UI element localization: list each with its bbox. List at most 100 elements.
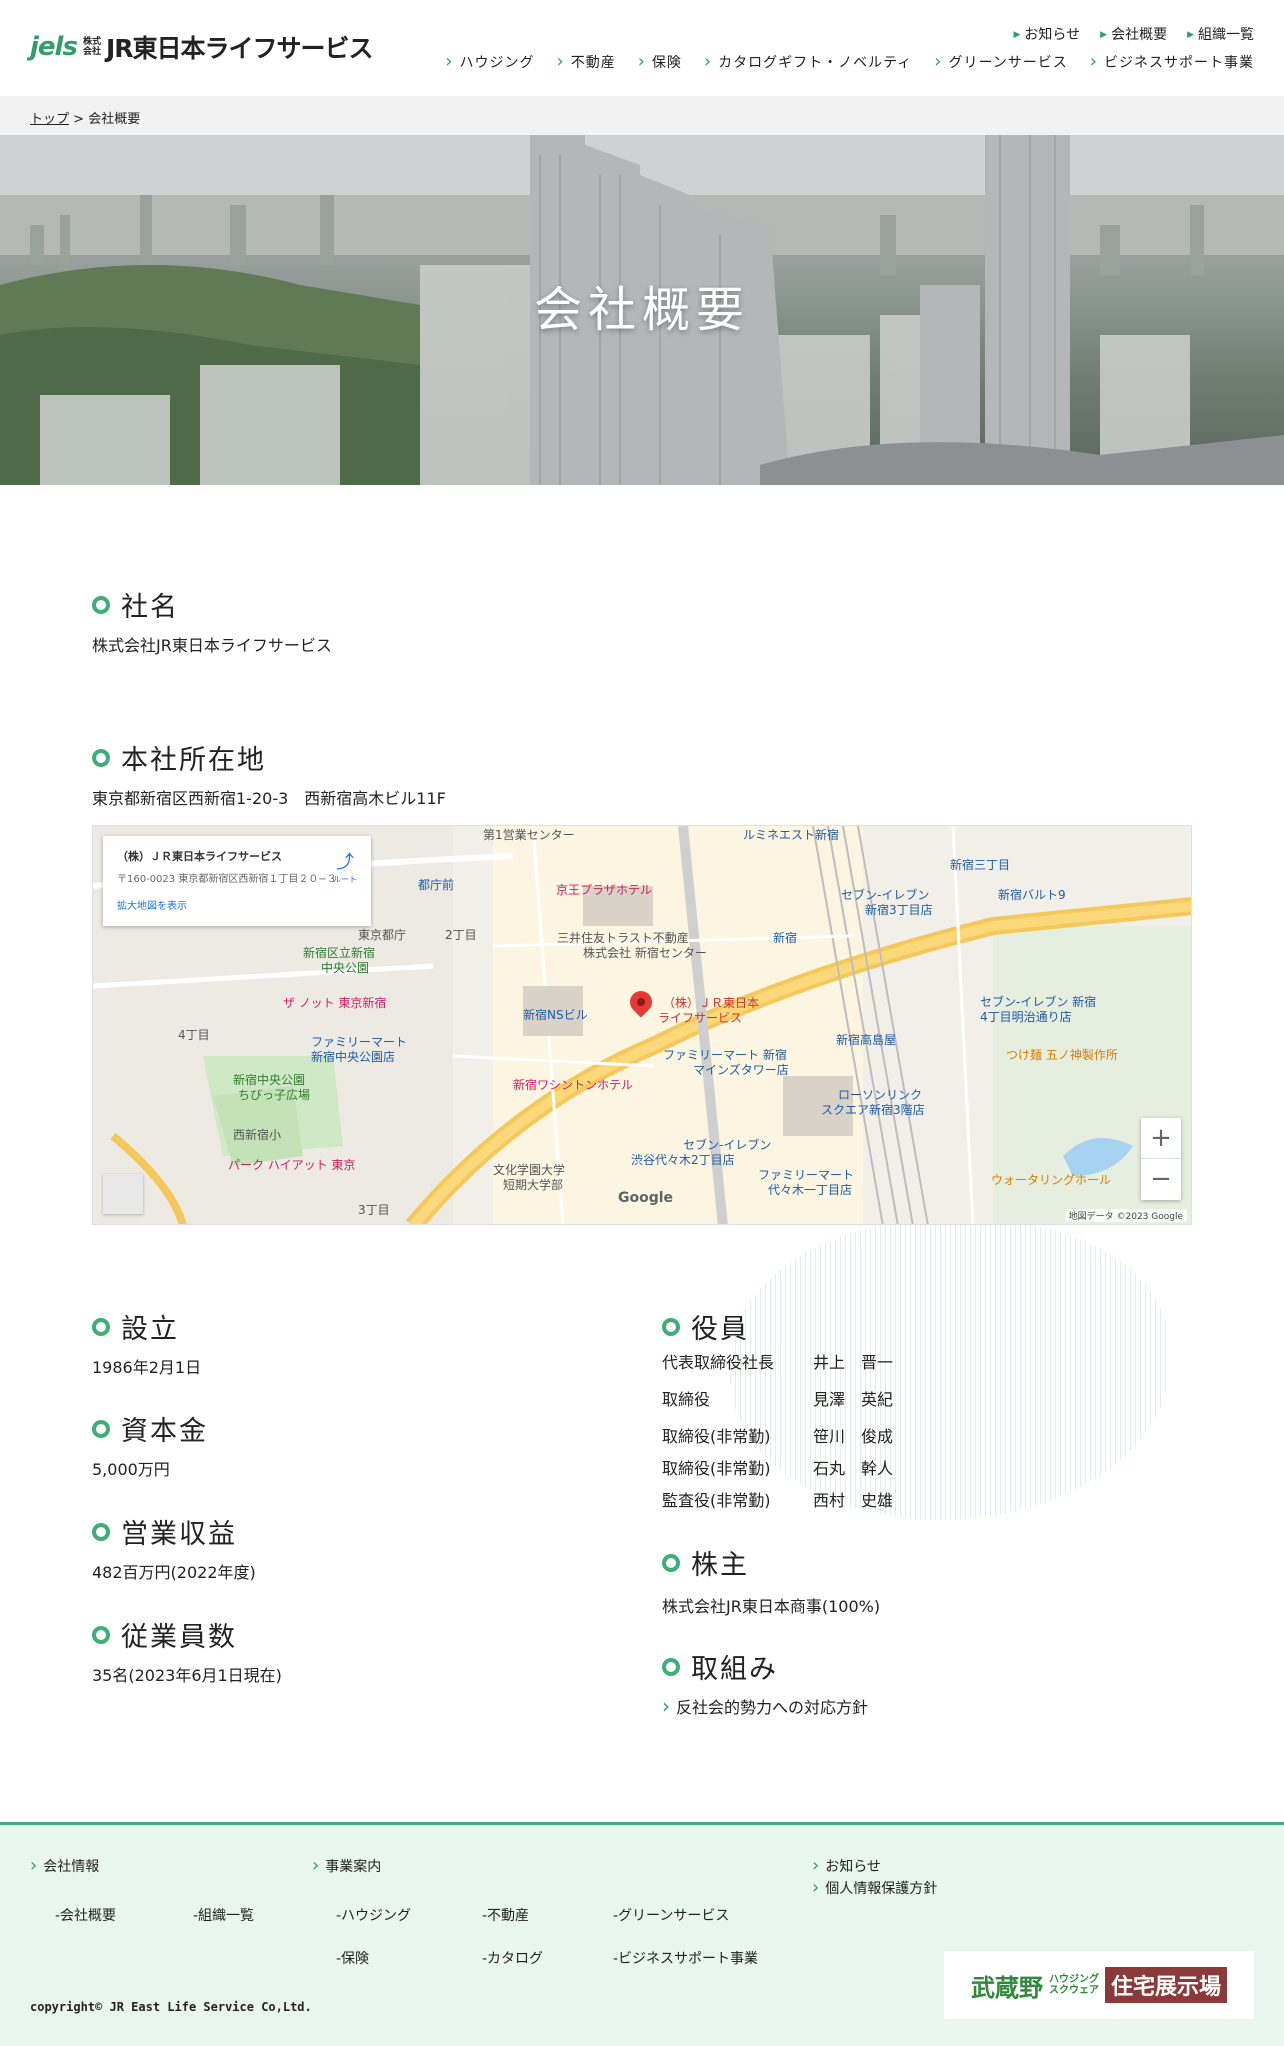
page-title: 会社概要 (533, 282, 750, 338)
map-directions-button[interactable]: ⤴ ルート (333, 848, 357, 885)
google-logo: Google (618, 1190, 674, 1206)
officer-row: 監査役(非常勤) 西村 史雄 (662, 1487, 893, 1519)
breadcrumb-current: 会社概要 (88, 112, 141, 127)
nav-green-service[interactable]: グリーンサービス (934, 51, 1068, 72)
officers-list: 代表取締役社長 井上 晋一 取締役 見澤 英紀 取締役(非常勤) 笹川 俊成 取… (662, 1349, 893, 1519)
map-label-washington: 新宿ワシントンホテル (513, 1078, 634, 1092)
officer-role: 取締役(非常勤) (662, 1427, 771, 1446)
officer-role: 代表取締役社長 (662, 1353, 775, 1372)
logo-kk: 株式 会社 (83, 37, 101, 57)
google-map[interactable]: 京王プラザホテル 三井住友トラスト不動産 株式会社 新宿センター 都庁前 東京都… (92, 825, 1192, 1225)
section-title-shareholder: 株主 (662, 1543, 749, 1582)
nav-business-support[interactable]: ビジネスサポート事業 (1090, 51, 1254, 72)
employees-value: 35名(2023年6月1日現在) (92, 1666, 282, 1685)
footer-link-real-estate[interactable]: -不動産 (482, 1905, 529, 1925)
map-street-view-button[interactable] (103, 1174, 143, 1214)
map-label-tochosha: 東京都庁 (358, 928, 407, 942)
site-footer: 会社情報 -会社概要 -組織一覧 事業案内 -ハウジング -不動産 -グリーンサ… (0, 1822, 1284, 2046)
footer-link-housing[interactable]: -ハウジング (336, 1905, 411, 1925)
nav-catalog-gift[interactable]: カタログギフト・ノベルティ (704, 51, 912, 72)
footer-business-link[interactable]: 事業案内 (312, 1855, 381, 1876)
officer-name: 見澤 英紀 (813, 1390, 894, 1409)
map-pin-label-2: ライフサービス (658, 1011, 743, 1025)
bullet-ring-icon (662, 1317, 680, 1336)
bullet-ring-icon (92, 1317, 110, 1336)
banner-sub1: ハウジング (1048, 1974, 1099, 1985)
top-links: お知らせ 会社概要 組織一覧 (1014, 24, 1254, 44)
nav-insurance[interactable]: 保険 (638, 51, 682, 72)
map-label-ns: 新宿NSビル (523, 1008, 588, 1022)
nav-housing[interactable]: ハウジング (445, 51, 534, 72)
logo-mark: jels (30, 32, 78, 62)
footer-link-catalog[interactable]: -カタログ (482, 1948, 543, 1968)
officer-row: 取締役 見澤 英紀 (662, 1386, 893, 1423)
directions-icon: ⤴ (336, 852, 354, 873)
section-title-founded: 設立 (92, 1307, 179, 1346)
map-info-card: （株）ＪＲ東日本ライフサービス 〒160-0023 東京都新宿区西新宿１丁目２０… (103, 836, 371, 926)
bullet-ring-icon (662, 1657, 680, 1676)
map-zoom-in-button[interactable]: + (1141, 1118, 1181, 1159)
map-label-seven1b: 渋谷代々木2丁目店 (631, 1153, 735, 1167)
map-zoom-control: + − (1141, 1118, 1181, 1200)
shareholder-value: 株式会社JR東日本商事(100%) (662, 1597, 881, 1616)
map-view-larger-link[interactable]: 拡大地図を表示 (117, 897, 357, 912)
top-link-news[interactable]: お知らせ (1014, 24, 1080, 44)
section-title-address: 本社所在地 (92, 738, 266, 777)
map-label-tsukemen: つけ麺 五ノ神製作所 (1006, 1048, 1118, 1062)
map-label-seven3b: 4丁目明治通り店 (980, 1010, 1072, 1024)
map-label-seven2b: 新宿3丁目店 (865, 903, 933, 917)
map-label-dai1: 第1営業センター (483, 828, 575, 842)
map-label-sanchome: 新宿三丁目 (950, 858, 1011, 872)
footer-link-company-profile[interactable]: -会社概要 (55, 1905, 116, 1925)
company-name-value: 株式会社JR東日本ライフサービス (92, 636, 332, 655)
banner-tag: 住宅展示場 (1104, 1967, 1227, 2003)
musashino-housing-banner[interactable]: 武蔵野 ハウジング スクウェア 住宅展示場 (944, 1951, 1254, 2019)
section-title-text: 設立 (121, 1314, 179, 1345)
bullet-ring-icon (662, 1553, 680, 1572)
map-zoom-out-button[interactable]: − (1141, 1159, 1181, 1200)
section-title-initiatives: 取組み (662, 1647, 778, 1686)
logo-name: JR東日本ライフサービス (105, 34, 374, 63)
map-label-bunka2: 短期大学部 (503, 1178, 564, 1192)
map-label-famima1b: 新宿中央公園店 (311, 1050, 396, 1064)
logo-kk-bottom: 会社 (82, 47, 101, 57)
footer-link-business-support[interactable]: -ビジネスサポート事業 (613, 1948, 758, 1968)
section-title-capital: 資本金 (92, 1409, 208, 1448)
footer-link-organization[interactable]: -組織一覧 (193, 1905, 254, 1925)
nav-real-estate[interactable]: 不動産 (557, 51, 616, 72)
map-label-chome2: 2丁目 (445, 928, 477, 942)
footer-link-insurance[interactable]: -保険 (336, 1948, 369, 1968)
banner-sub2: スクウェア (1048, 1985, 1099, 1996)
main-nav: ハウジング 不動産 保険 カタログギフト・ノベルティ グリーンサービス ビジネス… (445, 51, 1254, 72)
officer-name: 西村 史雄 (813, 1491, 894, 1510)
map-label-marui: 新宿バルト9 (998, 888, 1066, 902)
footer-privacy-link[interactable]: 個人情報保護方針 (812, 1877, 937, 1898)
officer-row: 取締役(非常勤) 石丸 幹人 (662, 1455, 893, 1487)
revenue-value: 482百万円(2022年度) (92, 1563, 256, 1582)
top-link-organization[interactable]: 組織一覧 (1187, 24, 1254, 44)
top-link-company[interactable]: 会社概要 (1100, 24, 1167, 44)
map-label-nishi-sho: 西新宿小 (233, 1128, 282, 1142)
map-label-hyatt: パーク ハイアット 東京 (228, 1158, 356, 1172)
officer-row: 代表取締役社長 井上 晋一 (662, 1349, 893, 1386)
section-title-text: 取組み (691, 1654, 778, 1685)
footer-news-link[interactable]: お知らせ (812, 1855, 881, 1876)
map-label-lumine: ルミネエスト新宿 (743, 828, 840, 842)
section-title-text: 株主 (691, 1550, 749, 1581)
address-value: 東京都新宿区西新宿1-20-3 西新宿高木ビル11F (92, 789, 446, 808)
anti-social-policy-link[interactable]: 反社会的勢力への対応方針 (662, 1694, 868, 1718)
copyright: copyright© JR East Life Service Co,Ltd. (30, 2000, 312, 2014)
map-label-tocho: 都庁前 (418, 878, 455, 892)
bullet-ring-icon (92, 748, 110, 767)
founded-value: 1986年2月1日 (92, 1358, 202, 1377)
officer-name: 笹川 俊成 (813, 1427, 894, 1446)
site-logo[interactable]: jels 株式 会社 JR東日本ライフサービス (30, 30, 374, 64)
footer-company-info-link[interactable]: 会社情報 (30, 1855, 99, 1876)
map-label-takashimaya: 新宿高島屋 (836, 1033, 897, 1047)
footer-link-green-service[interactable]: -グリーンサービス (613, 1905, 729, 1925)
map-label-water: ウォータリングホール (991, 1173, 1112, 1187)
map-card-address: 〒160-0023 東京都新宿区西新宿１丁目２０−３ (117, 874, 337, 885)
breadcrumb-home[interactable]: トップ (30, 112, 69, 127)
map-label-chuo-park2: ちびっ子広場 (238, 1088, 311, 1102)
officer-role: 取締役(非常勤) (662, 1459, 771, 1478)
